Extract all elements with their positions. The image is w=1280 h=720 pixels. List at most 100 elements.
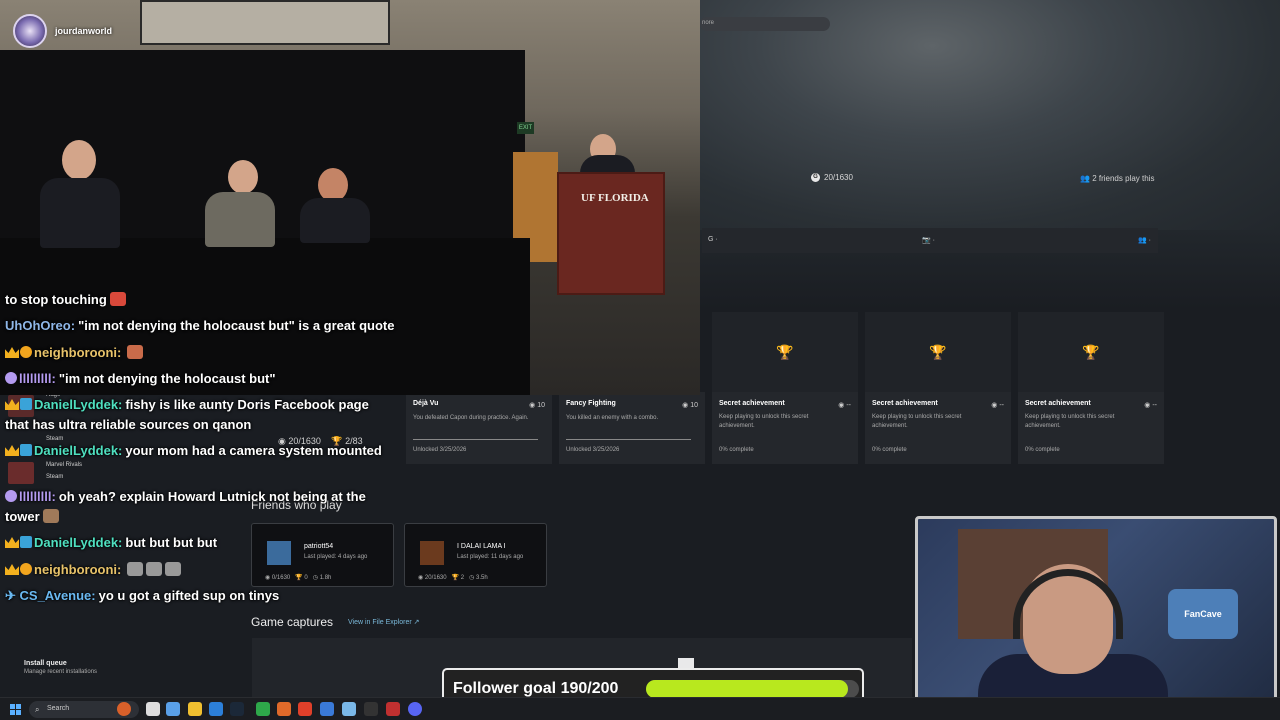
search-icon: ⌕ (35, 705, 40, 714)
chat-username: UhOhOreo: (5, 318, 76, 333)
steam-icon[interactable] (230, 702, 244, 716)
achievement-points: ◉ -- (1144, 402, 1157, 409)
badge-icon (5, 372, 17, 384)
crown-badge-icon (5, 399, 19, 410)
install-queue-title: Install queue (24, 660, 67, 667)
firefox-icon[interactable] (277, 702, 291, 716)
chat-text: your mom had a camera system mounted (125, 443, 382, 458)
chat-text: that has ultra reliable sources on qanon (5, 417, 252, 432)
gamerscore-icon: ◉ (682, 402, 691, 409)
chat-text: oh yeah? explain Howard Lutnick not bein… (58, 489, 366, 504)
chat-message: DanielLyddek: your mom had a camera syste… (5, 441, 425, 461)
friend-stats: ◉ 20/1630 🏆 2 ◷ 3.5h (418, 575, 488, 581)
terminal-icon[interactable] (364, 702, 378, 716)
file-explorer-icon[interactable] (188, 702, 202, 716)
achievement-status: Unlocked 3/25/2026 (566, 447, 620, 453)
friends-play-count[interactable]: 👥 2 friends play this (1080, 174, 1154, 183)
wall-sign: FanCave (1168, 589, 1238, 639)
achievement-title: Secret achievement (719, 400, 785, 407)
achievement-status: 0% complete (719, 447, 754, 453)
badge-icon (20, 444, 32, 456)
tab-gamerscore[interactable]: G · (708, 236, 718, 243)
trophy-icon: 🏆 (451, 575, 461, 581)
badge-icon (20, 398, 32, 410)
wall-screen (140, 0, 390, 45)
friends-icon: 👥 (1080, 174, 1093, 183)
chat-text: "im not denying the holocaust but" is a … (78, 318, 395, 333)
chat-username: CS_Avenue: (19, 588, 96, 603)
chat-text: to stop touching (5, 292, 107, 307)
chat-text: "im not denying the holocaust but" (58, 371, 276, 386)
achievement-progress (413, 439, 538, 440)
streamer-handle: jourdanworld (55, 26, 112, 36)
crown-badge-icon (5, 445, 19, 456)
taskbar-search-label: Search (47, 705, 70, 712)
achievement-points: ◉ 10 (682, 402, 698, 409)
chat-message: UhOhOreo: "im not denying the holocaust b… (5, 316, 425, 336)
app-icon[interactable] (342, 702, 356, 716)
chat-message: lllllllll: "im not denying the holocaust … (5, 369, 425, 389)
achievement-points: ◉ -- (991, 402, 1004, 409)
trophy-lock-icon: 🏆 (865, 312, 1011, 392)
achievement-status: 0% complete (872, 447, 907, 453)
chat-username: DanielLyddek: (34, 535, 123, 550)
view-in-file-explorer-link[interactable]: View in File Explorer ↗ (348, 618, 419, 626)
achievement-description: Keep playing to unlock this secret achie… (1025, 414, 1115, 429)
chat-message: neighborooni: (5, 560, 425, 580)
chat-text: yo u got a gifted sup on tinys (98, 588, 280, 603)
gamerscore-summary: G 20/1630 (811, 173, 853, 182)
emote-icon (42, 509, 59, 523)
clock-icon: ◷ (469, 575, 477, 581)
panelist (205, 192, 275, 247)
windows-start-icon[interactable] (10, 704, 21, 715)
exit-sign: EXIT (517, 122, 534, 134)
achievement-points: ◉ 10 (529, 402, 545, 409)
library-game-platform: Steam (46, 474, 64, 480)
achievement-filter-tabs: G · 📷 · 👥 · (702, 228, 1158, 253)
xbox-icon[interactable] (256, 702, 270, 716)
task-view-icon[interactable] (146, 702, 160, 716)
achievement-card[interactable]: Fancy Fighting ◉ 10 You killed an enemy … (559, 392, 705, 464)
emote-icon (109, 292, 126, 306)
friend-card[interactable]: I DALAI LAMA I Last played: 11 days ago … (404, 523, 547, 587)
friend-name: I DALAI LAMA I (457, 543, 506, 550)
library-game-thumb[interactable] (8, 462, 34, 484)
panelist-head (228, 160, 258, 194)
chat-username: lllllllll: (19, 371, 56, 386)
install-queue[interactable]: Install queue Manage recent installation… (10, 660, 97, 675)
tab-friends[interactable]: 👥 · (1138, 236, 1151, 244)
streamer-avatar (13, 14, 47, 48)
chat-message: DanielLyddek: fishy is like aunty Doris F… (5, 395, 425, 415)
trophy-lock-icon: 🏆 (1018, 312, 1164, 392)
chat-username: neighborooni: (34, 562, 122, 577)
app-search-bar[interactable]: nore (700, 17, 830, 31)
chat-text: but but but but (125, 535, 218, 550)
chat-username: neighborooni: (34, 345, 122, 360)
chat-message: ✈ CS_Avenue: yo u got a gifted sup on tin… (5, 586, 425, 606)
tab-captures[interactable]: 📷 · (922, 236, 935, 244)
app-icon[interactable] (320, 702, 334, 716)
copilot-icon[interactable] (166, 702, 180, 716)
obs-icon[interactable] (386, 702, 400, 716)
brave-icon[interactable] (298, 702, 312, 716)
discord-icon[interactable] (408, 702, 422, 716)
panelist-head (318, 168, 348, 202)
chat-message: tower (5, 507, 425, 527)
chat-message: that has ultra reliable sources on qanon (5, 415, 425, 435)
chat-message: neighborooni: (5, 343, 425, 363)
install-queue-subtitle: Manage recent installations (24, 669, 98, 675)
achievement-status: 0% complete (1025, 447, 1060, 453)
achievement-card[interactable]: Déjà Vu ◉ 10 You defeated Capon during p… (406, 392, 552, 464)
chat-username: DanielLyddek: (34, 397, 123, 412)
chat-message: DanielLyddek: but but but but (5, 533, 425, 553)
achievement-card[interactable]: 🏆 Secret achievement ◉ -- Keep playing t… (865, 312, 1011, 464)
sword-badge-icon: ✈ (5, 588, 20, 603)
follower-goal-fill (646, 680, 849, 698)
weather-icon[interactable] (117, 702, 131, 716)
panelist (40, 178, 120, 248)
edge-icon[interactable] (209, 702, 223, 716)
chat-username: DanielLyddek: (34, 443, 123, 458)
badge-icon (5, 490, 17, 502)
achievement-card[interactable]: 🏆 Secret achievement ◉ -- Keep playing t… (712, 312, 858, 464)
achievement-card[interactable]: 🏆 Secret achievement ◉ -- Keep playing t… (1018, 312, 1164, 464)
